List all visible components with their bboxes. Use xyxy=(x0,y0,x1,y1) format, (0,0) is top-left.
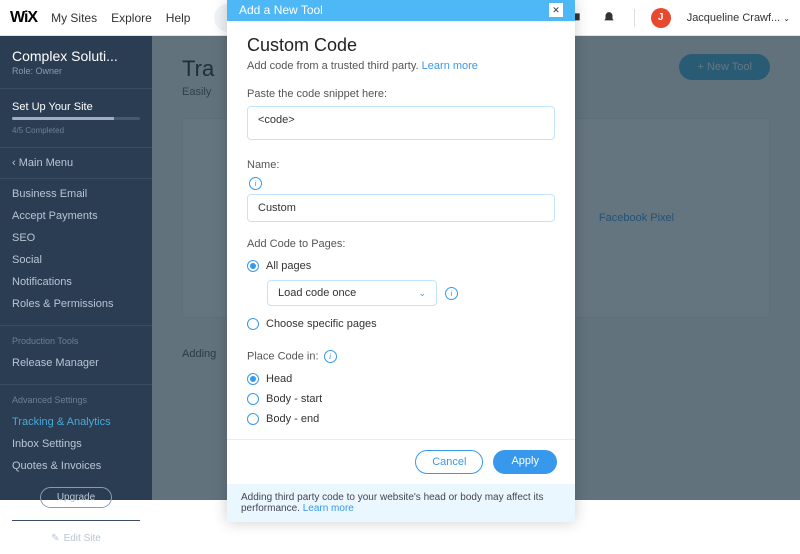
sidebar-item-release-manager[interactable]: Release Manager xyxy=(0,352,152,374)
modal-description: Add code from a trusted third party. Lea… xyxy=(247,60,555,72)
radio-label: Head xyxy=(266,373,292,385)
pencil-icon: ✎ xyxy=(51,533,59,544)
place-code-label: Place Code in: i xyxy=(247,350,555,363)
avatar[interactable]: J xyxy=(651,8,671,28)
progress-bar xyxy=(12,117,140,120)
radio-specific-pages[interactable]: Choose specific pages xyxy=(247,314,555,334)
sidebar-item-seo[interactable]: SEO xyxy=(0,227,152,249)
cancel-button[interactable]: Cancel xyxy=(415,450,483,474)
nav-explore[interactable]: Explore xyxy=(111,11,152,25)
wix-logo[interactable]: WiX xyxy=(10,9,37,27)
radio-icon xyxy=(247,413,259,425)
sidebar-item-inbox-settings[interactable]: Inbox Settings xyxy=(0,433,152,455)
modal-title: Custom Code xyxy=(247,35,555,56)
nav-help[interactable]: Help xyxy=(166,11,191,25)
upgrade-button[interactable]: Upgrade xyxy=(40,487,112,508)
info-icon[interactable]: i xyxy=(324,350,337,363)
edit-site-link[interactable]: ✎Edit Site xyxy=(51,533,101,544)
sidebar-item-accept-payments[interactable]: Accept Payments xyxy=(0,205,152,227)
code-snippet-input[interactable]: <code> xyxy=(247,106,555,140)
chevron-down-icon: ⌄ xyxy=(783,14,790,23)
radio-icon xyxy=(247,373,259,385)
sidebar-item-notifications[interactable]: Notifications xyxy=(0,271,152,293)
setup-heading[interactable]: Set Up Your Site xyxy=(0,93,152,117)
select-value: Load code once xyxy=(278,287,356,299)
name-input[interactable] xyxy=(247,194,555,222)
nav-my-sites[interactable]: My Sites xyxy=(51,11,97,25)
sidebar-item-quotes-invoices[interactable]: Quotes & Invoices xyxy=(0,455,152,477)
add-code-pages-label: Add Code to Pages: xyxy=(247,238,555,250)
modal-footer-note: Adding third party code to your website'… xyxy=(227,484,575,522)
code-snippet-label: Paste the code snippet here: xyxy=(247,88,555,100)
radio-label: Body - end xyxy=(266,413,319,425)
radio-label: Choose specific pages xyxy=(266,318,377,330)
name-label: Name: xyxy=(247,159,555,171)
chevron-down-icon: ⌄ xyxy=(418,288,426,299)
bell-icon[interactable] xyxy=(600,9,618,27)
radio-icon xyxy=(247,393,259,405)
site-title: Complex Soluti... xyxy=(0,36,152,66)
sidebar-item-business-email[interactable]: Business Email xyxy=(0,183,152,205)
sidebar-item-tracking-analytics[interactable]: Tracking & Analytics xyxy=(0,411,152,433)
load-frequency-select[interactable]: Load code once ⌄ xyxy=(267,280,437,306)
sidebar-item-social[interactable]: Social xyxy=(0,249,152,271)
sidebar-head-production: Production Tools xyxy=(0,330,152,352)
radio-body-end[interactable]: Body - end xyxy=(247,409,555,429)
close-icon[interactable]: ✕ xyxy=(549,3,563,17)
radio-head[interactable]: Head xyxy=(247,369,555,389)
radio-all-pages[interactable]: All pages xyxy=(247,256,555,276)
user-name[interactable]: Jacqueline Crawf... ⌄ xyxy=(687,12,790,24)
custom-code-modal: Add a New Tool ✕ Custom Code Add code fr… xyxy=(227,0,575,522)
apply-button[interactable]: Apply xyxy=(493,450,557,474)
sidebar-head-advanced: Advanced Settings xyxy=(0,389,152,411)
radio-label: Body - start xyxy=(266,393,322,405)
progress-label: 4/5 Completed xyxy=(0,124,152,143)
radio-body-start[interactable]: Body - start xyxy=(247,389,555,409)
learn-more-link[interactable]: Learn more xyxy=(303,503,354,514)
info-icon[interactable]: i xyxy=(445,287,458,300)
site-role: Role: Owner xyxy=(0,66,152,84)
learn-more-link[interactable]: Learn more xyxy=(422,60,478,72)
sidebar-item-roles[interactable]: Roles & Permissions xyxy=(0,293,152,315)
radio-icon xyxy=(247,260,259,272)
radio-label: All pages xyxy=(266,260,311,272)
sidebar-back[interactable]: Main Menu xyxy=(0,152,152,174)
modal-header-title: Add a New Tool xyxy=(239,3,323,17)
radio-icon xyxy=(247,318,259,330)
info-icon[interactable]: i xyxy=(249,177,262,190)
